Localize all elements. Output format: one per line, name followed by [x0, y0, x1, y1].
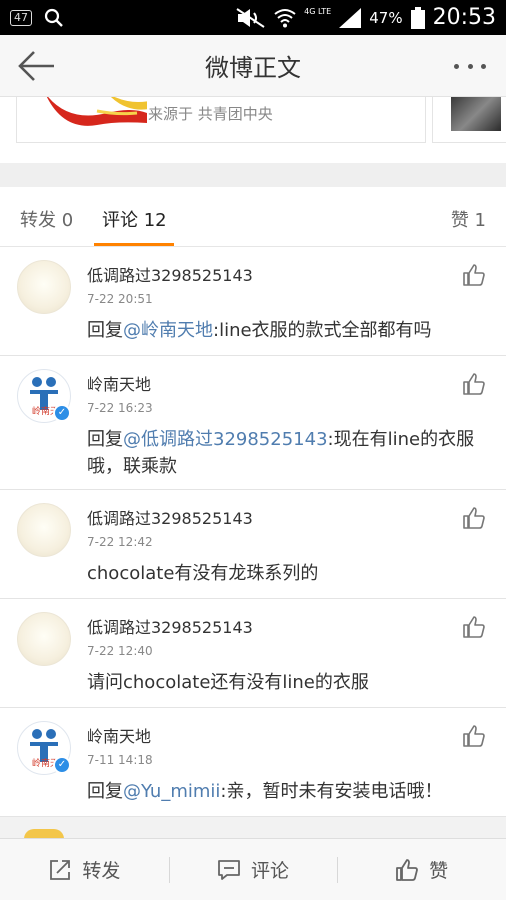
- reply-prefix: 回复: [87, 429, 123, 450]
- reply-prefix: 回复: [87, 320, 123, 341]
- back-button[interactable]: [16, 49, 58, 83]
- comment-body: :line衣服的款式全部都有吗: [213, 320, 432, 341]
- avatar[interactable]: [17, 612, 71, 666]
- signal-icon: [339, 7, 362, 28]
- comment-text: 回复@岭南天地:line衣服的款式全部都有吗: [87, 317, 487, 344]
- comment-list: 低调路过3298525143 7-22 20:51 回复@岭南天地:line衣服…: [0, 247, 506, 817]
- list-item[interactable]: 低调路过3298525143 7-22 20:51 回复@岭南天地:line衣服…: [0, 247, 506, 356]
- thumbs-up-icon[interactable]: [462, 263, 486, 287]
- comment-time: 7-22 12:42: [87, 535, 153, 549]
- comment-author[interactable]: 低调路过3298525143: [87, 262, 253, 286]
- battery-percent: 47%: [369, 8, 403, 27]
- section-divider: [0, 163, 506, 187]
- comment-time: 7-22 12:40: [87, 644, 153, 658]
- clock: 20:53: [432, 5, 496, 30]
- repost-card-image[interactable]: [432, 97, 506, 143]
- thumbs-up-icon[interactable]: [462, 724, 486, 748]
- comment-text: 请问chocolate还有没有line的衣服: [87, 669, 487, 696]
- comment-text: 回复@Yu_mimii:亲，暂时未有安装电话哦！: [87, 778, 487, 805]
- avatar[interactable]: [17, 260, 71, 314]
- list-item[interactable]: 低调路过3298525143 7-22 12:40 请问chocolate还有没…: [0, 599, 506, 708]
- comment-time: 7-11 14:18: [87, 753, 153, 767]
- active-tab-indicator: [94, 243, 174, 246]
- thumbs-up-icon[interactable]: [462, 615, 486, 639]
- avatar[interactable]: 岭南天 ✓: [17, 721, 71, 775]
- avatar[interactable]: [17, 503, 71, 557]
- comment-text: 回复@低调路过3298525143:现在有line的衣服哦，联乘款: [87, 426, 487, 480]
- mute-icon: [236, 7, 265, 28]
- verified-badge-icon: ✓: [53, 404, 71, 422]
- comment-icon: [218, 859, 240, 880]
- verified-badge-icon: ✓: [53, 756, 71, 774]
- share-icon: [50, 859, 71, 880]
- comment-body: 请问chocolate还有没有line的衣服: [87, 672, 369, 693]
- thumbnail-image: [451, 97, 501, 131]
- repost-card-area: 来源于 共青团中央: [0, 97, 506, 163]
- more-dots-icon: [454, 63, 459, 69]
- nav-header: 微博正文: [0, 35, 506, 97]
- comment-author[interactable]: 低调路过3298525143: [87, 505, 253, 529]
- comment-time: 7-22 20:51: [87, 292, 153, 306]
- reply-prefix: 回复: [87, 781, 123, 802]
- comment-text: chocolate有没有龙珠系列的: [87, 560, 487, 587]
- mention-link[interactable]: @Yu_mimii: [123, 781, 220, 802]
- mention-link[interactable]: @低调路过3298525143: [123, 429, 328, 450]
- comment-body: chocolate有没有龙珠系列的: [87, 563, 319, 584]
- comment-author[interactable]: 岭南天地: [87, 723, 151, 747]
- repost-card[interactable]: 来源于 共青团中央: [16, 97, 426, 143]
- tab-bar: 转发 0 评论 12 赞 1: [0, 187, 506, 247]
- wifi-icon: [274, 8, 296, 27]
- more-dot: [481, 63, 486, 69]
- thumbs-up-icon: [396, 858, 419, 881]
- avatar[interactable]: 岭南天 ✓: [17, 369, 71, 423]
- page-title: 微博正文: [205, 54, 301, 82]
- search-icon: [44, 8, 63, 27]
- list-item[interactable]: 岭南天 ✓ 岭南天地 7-11 14:18 回复@Yu_mimii:亲，暂时未有…: [0, 708, 506, 817]
- more-dot: [467, 63, 473, 69]
- more-button[interactable]: [450, 51, 490, 81]
- comment-author[interactable]: 岭南天地: [87, 371, 151, 395]
- like-button[interactable]: 赞: [337, 839, 506, 900]
- thumbs-up-icon[interactable]: [462, 506, 486, 530]
- bottom-action-bar: 转发 评论 赞: [0, 838, 506, 900]
- thumbs-up-icon[interactable]: [462, 372, 486, 396]
- repost-source: 来源于 共青团中央: [148, 105, 273, 123]
- comment-label: 评论: [251, 860, 290, 882]
- battery-icon: [410, 6, 425, 29]
- tab-forward[interactable]: 转发 0: [20, 206, 73, 232]
- comment-body: :亲，暂时未有安装电话哦！: [220, 781, 443, 802]
- tab-like[interactable]: 赞 1: [451, 206, 486, 232]
- list-item[interactable]: 岭南天 ✓ 岭南天地 7-22 16:23 回复@低调路过3298525143:…: [0, 356, 506, 490]
- status-bar: 47 4G LTE 47% 20:53: [0, 0, 506, 35]
- source-logo-icon: [47, 97, 147, 126]
- network-label: 4G LTE: [304, 7, 332, 16]
- list-item[interactable]: 低调路过3298525143 7-22 12:42 chocolate有没有龙珠…: [0, 490, 506, 599]
- like-label: 赞: [429, 860, 449, 882]
- back-arrow-icon: [18, 51, 54, 81]
- comment-button[interactable]: 评论: [168, 839, 338, 900]
- notification-badge: 47: [10, 9, 32, 26]
- comment-author[interactable]: 低调路过3298525143: [87, 614, 253, 638]
- comment-time: 7-22 16:23: [87, 401, 153, 415]
- forward-button[interactable]: 转发: [0, 839, 169, 900]
- tab-comment[interactable]: 评论 12: [102, 206, 167, 232]
- forward-label: 转发: [82, 860, 121, 882]
- mention-link[interactable]: @岭南天地: [123, 320, 213, 341]
